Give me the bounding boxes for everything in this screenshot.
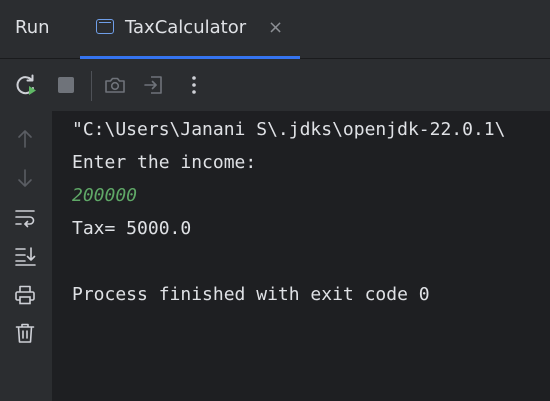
prompt-line: Enter the income: [72, 152, 257, 173]
print-icon[interactable] [13, 283, 37, 307]
tab-label: TaxCalculator [125, 17, 247, 38]
console-window-icon [96, 19, 114, 34]
trash-icon[interactable] [13, 321, 37, 345]
close-tab-icon[interactable]: × [268, 17, 283, 38]
more-options-icon[interactable] [182, 73, 206, 97]
run-panel-header: Run TaxCalculator × [0, 0, 550, 59]
command-line: "C:\Users\Janani S\.jdks\openjdk-22.0.1\ [72, 119, 506, 140]
camera-icon[interactable] [103, 73, 127, 97]
exit-icon[interactable] [142, 73, 166, 97]
run-panel-title: Run [15, 17, 50, 38]
output-line: Tax= 5000.0 [72, 218, 192, 239]
exit-status-line: Process finished with exit code 0 [72, 284, 430, 305]
tab-taxcalculator[interactable]: TaxCalculator × [80, 0, 300, 59]
arrow-down-icon[interactable] [13, 166, 37, 190]
soft-wrap-icon[interactable] [13, 205, 37, 229]
run-toolbar [0, 59, 550, 111]
rerun-icon[interactable] [14, 73, 38, 97]
console-side-toolbar [0, 111, 52, 401]
toolbar-separator [91, 71, 92, 101]
scroll-to-end-icon[interactable] [13, 244, 37, 268]
console-output[interactable]: "C:\Users\Janani S\.jdks\openjdk-22.0.1\… [52, 111, 550, 401]
arrow-up-icon[interactable] [13, 127, 37, 151]
stop-icon[interactable] [54, 73, 78, 97]
user-input-line: 200000 [72, 185, 138, 206]
